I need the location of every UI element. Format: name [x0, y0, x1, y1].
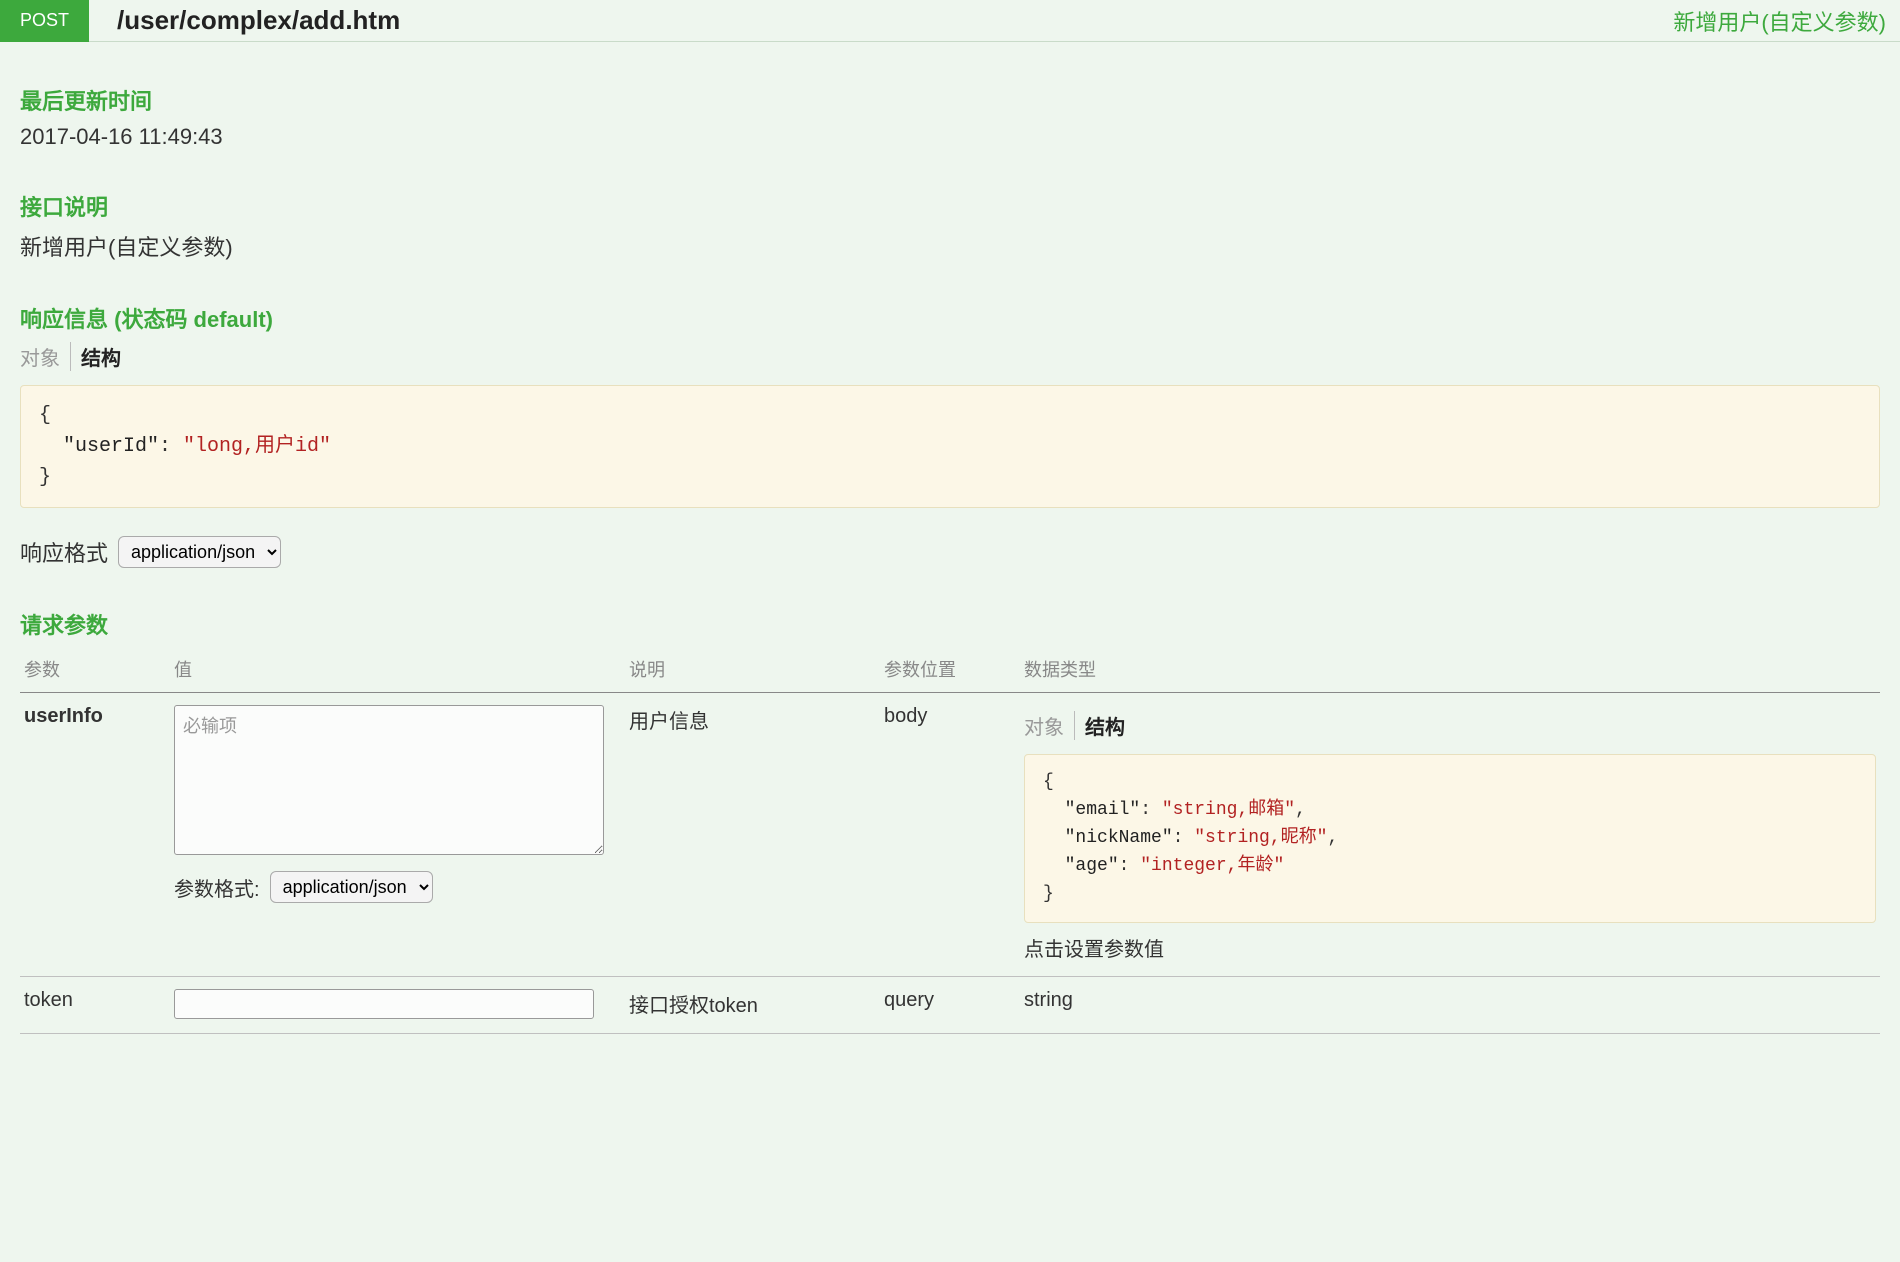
- param-textarea[interactable]: [174, 705, 604, 855]
- tab-structure[interactable]: 结构: [71, 342, 121, 371]
- endpoint-path: /user/complex/add.htm: [89, 5, 1673, 36]
- endpoint-title[interactable]: 新增用户(自定义参数): [1673, 5, 1900, 37]
- set-param-value-link[interactable]: 点击设置参数值: [1024, 933, 1876, 962]
- params-table: 参数 值 说明 参数位置 数据类型 userInfo参数格式: applicati…: [20, 648, 1880, 1034]
- param-value-cell: [170, 977, 625, 1034]
- tab-structure[interactable]: 结构: [1075, 711, 1125, 740]
- updated-value: 2017-04-16 11:49:43: [20, 124, 1880, 150]
- param-type-cell: 对象结构 { "email": "string,邮箱", "nickName": …: [1020, 693, 1880, 977]
- param-format-label: 参数格式:: [174, 873, 260, 902]
- param-desc: 接口授权token: [625, 977, 880, 1034]
- col-value: 值: [170, 648, 625, 693]
- param-name: userInfo: [20, 693, 170, 977]
- param-type-cell: string: [1020, 977, 1880, 1034]
- response-label: 响应信息 (状态码 default): [20, 302, 1880, 334]
- table-row: token 接口授权tokenquerystring: [20, 977, 1880, 1034]
- col-pos: 参数位置: [880, 648, 1020, 693]
- col-type: 数据类型: [1020, 648, 1880, 693]
- tab-object[interactable]: 对象: [1024, 711, 1075, 740]
- param-position: body: [880, 693, 1020, 977]
- response-tabs: 对象 结构: [20, 342, 1880, 371]
- http-method-badge: POST: [0, 0, 89, 42]
- response-format-label: 响应格式: [20, 536, 108, 568]
- param-input[interactable]: [174, 989, 594, 1019]
- col-desc: 说明: [625, 648, 880, 693]
- param-name: token: [20, 977, 170, 1034]
- description-label: 接口说明: [20, 190, 1880, 222]
- col-param: 参数: [20, 648, 170, 693]
- table-row: userInfo参数格式: application/json 用户信息body对象结…: [20, 693, 1880, 977]
- param-desc: 用户信息: [625, 693, 880, 977]
- updated-label: 最后更新时间: [20, 84, 1880, 116]
- tab-object[interactable]: 对象: [20, 342, 71, 371]
- request-params-label: 请求参数: [20, 608, 1880, 640]
- description-value: 新增用户(自定义参数): [20, 230, 1880, 262]
- param-type-json: { "email": "string,邮箱", "nickName": "str…: [1024, 754, 1876, 923]
- param-format-select[interactable]: application/json: [270, 871, 433, 903]
- param-value-cell: 参数格式: application/json: [170, 693, 625, 977]
- param-position: query: [880, 977, 1020, 1034]
- response-json: { "userId": "long,用户id" }: [20, 385, 1880, 508]
- header-bar: POST /user/complex/add.htm 新增用户(自定义参数): [0, 0, 1900, 42]
- response-format-select[interactable]: application/json: [118, 536, 281, 568]
